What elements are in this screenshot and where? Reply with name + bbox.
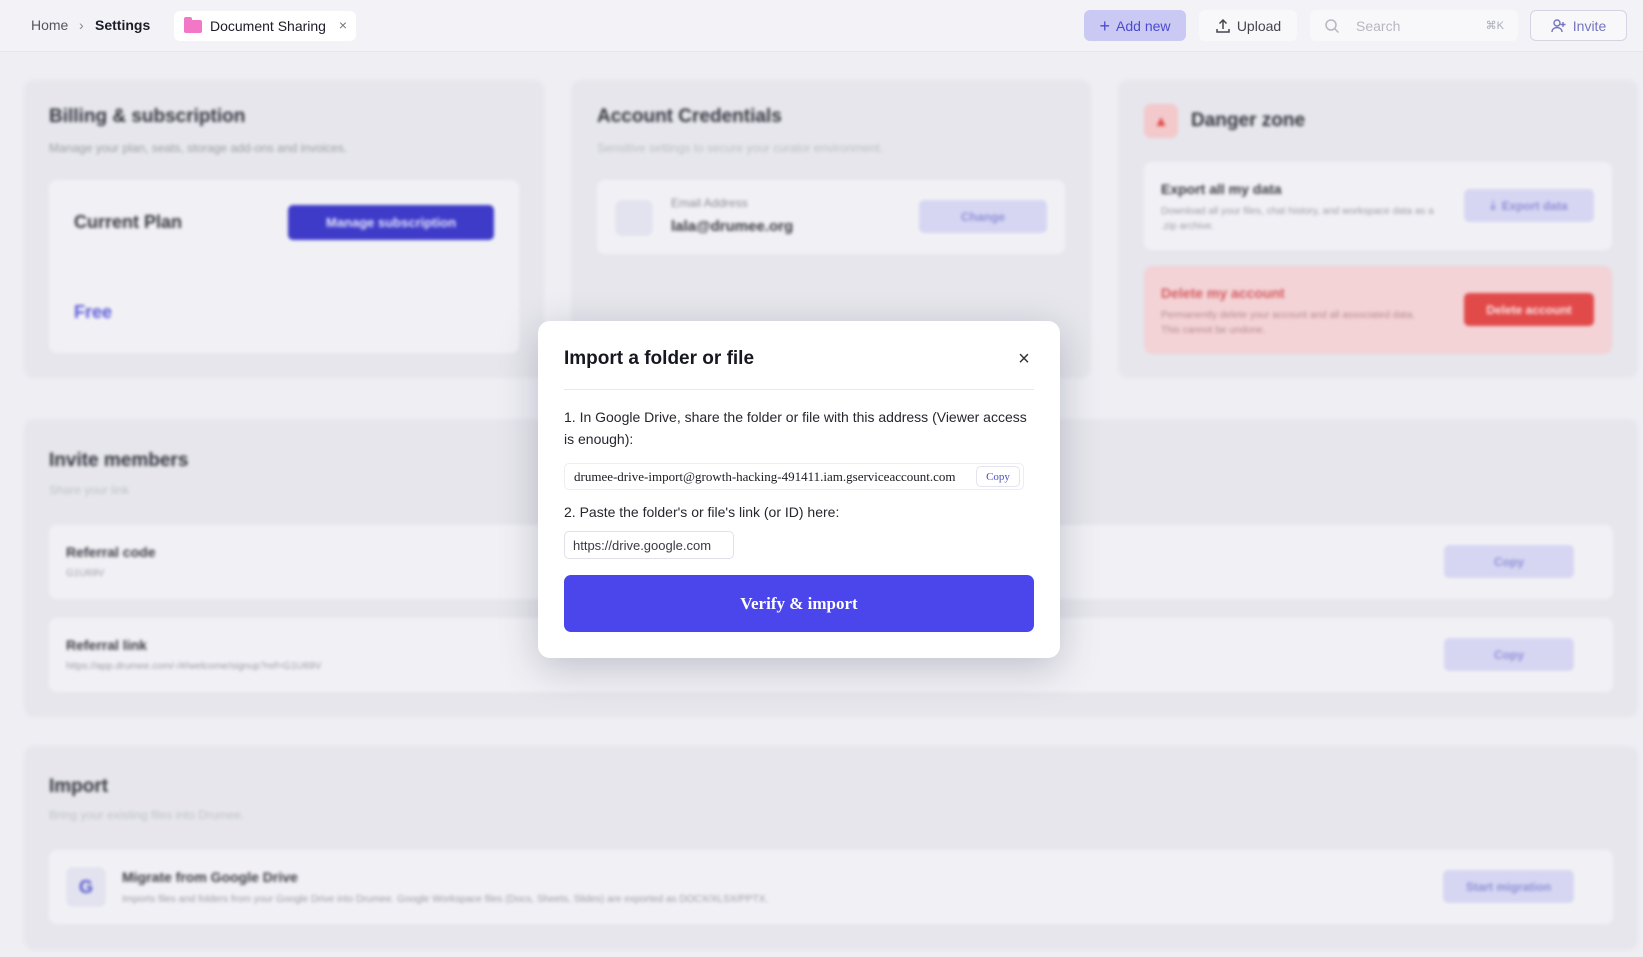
breadcrumb-settings[interactable]: Settings xyxy=(95,17,150,33)
close-icon[interactable]: × xyxy=(1014,348,1034,370)
upload-label: Upload xyxy=(1236,17,1282,34)
tab-close-icon[interactable]: × xyxy=(339,17,347,33)
breadcrumb-separator: › xyxy=(79,17,84,33)
credentials-title: Account Credentials xyxy=(597,106,782,127)
modal-divider xyxy=(564,389,1034,390)
import-modal: Import a folder or file × 1. In Google D… xyxy=(538,321,1060,658)
export-data-button[interactable]: ⤓ Export data xyxy=(1464,189,1594,222)
change-email-button[interactable]: Change xyxy=(919,200,1047,233)
billing-subtitle: Manage your plan, seats, storage add-ons… xyxy=(49,141,348,155)
billing-title: Billing & subscription xyxy=(49,106,246,127)
breadcrumb-home[interactable]: Home xyxy=(31,17,68,33)
migrate-title: Migrate from Google Drive xyxy=(122,869,298,885)
search-shortcut: ⌘K xyxy=(1485,20,1504,32)
upload-icon xyxy=(1216,18,1230,33)
billing-card: Billing & subscription Manage your plan,… xyxy=(24,80,544,378)
step1-instructions: 1. In Google Drive, share the folder or … xyxy=(564,409,1027,447)
export-description: Download all your files, chat history, a… xyxy=(1161,206,1434,232)
import-subtitle: Bring your existing files into Drumee. xyxy=(49,808,245,822)
current-plan-label: Current Plan xyxy=(74,212,183,232)
modal-title: Import a folder or file xyxy=(564,348,755,369)
upload-button[interactable]: Upload xyxy=(1199,10,1297,41)
plus-icon: + xyxy=(1099,15,1111,36)
copy-referral-code-button[interactable]: Copy xyxy=(1444,545,1574,578)
import-card: Import Bring your existing files into Dr… xyxy=(24,746,1638,950)
add-new-label: Add new xyxy=(1116,17,1171,34)
manage-subscription-button[interactable]: Manage subscription xyxy=(288,205,494,240)
export-title: Export all my data xyxy=(1161,181,1282,197)
warning-icon: ▲ xyxy=(1144,104,1178,138)
copy-referral-link-button[interactable]: Copy xyxy=(1444,638,1574,671)
service-address: drumee-drive-import@growth-hacking-49141… xyxy=(574,468,956,484)
search-placeholder: Search xyxy=(1356,17,1401,34)
delete-account-button[interactable]: Delete account xyxy=(1464,293,1594,326)
import-title: Import xyxy=(49,776,109,797)
download-icon: ⤓ xyxy=(1490,198,1496,212)
add-new-button[interactable]: + Add new xyxy=(1084,10,1186,41)
step2-instructions: 2. Paste the folder's or file's link (or… xyxy=(564,504,840,520)
migrate-description: Imports files and folders from your Goog… xyxy=(122,894,769,905)
delete-title: Delete my account xyxy=(1161,285,1285,301)
referral-code-value: G1U69V xyxy=(66,568,105,579)
google-drive-icon: G xyxy=(66,867,106,907)
danger-zone-card: ▲ Danger zone Export all my data Downloa… xyxy=(1118,80,1638,378)
export-data-panel: Export all my data Download all your fil… xyxy=(1144,162,1612,250)
invite-subtitle: Share your link xyxy=(49,483,130,497)
email-label: Email Address xyxy=(671,196,748,210)
delete-description: Permanently delete your account and all … xyxy=(1161,310,1416,336)
copy-address-button[interactable]: Copy xyxy=(976,466,1020,487)
invite-label: Invite xyxy=(1572,17,1607,34)
email-value: lala@drumee.org xyxy=(671,218,794,235)
service-address-field[interactable]: drumee-drive-import@growth-hacking-49141… xyxy=(564,463,1024,490)
add-user-icon xyxy=(1551,18,1566,32)
tab-label: Document Sharing xyxy=(210,18,326,34)
referral-code-label: Referral code xyxy=(66,544,156,560)
search-icon xyxy=(1325,18,1340,33)
invite-button[interactable]: Invite xyxy=(1530,10,1627,41)
email-panel: Email Address lala@drumee.org Change xyxy=(597,180,1065,254)
credentials-subtitle: Sensitive settings to secure your curato… xyxy=(597,141,884,155)
tab-document-sharing[interactable]: Document Sharing × xyxy=(174,11,356,41)
danger-title: Danger zone xyxy=(1191,110,1306,131)
current-plan-panel: Current Plan Manage subscription Free xyxy=(49,180,519,353)
folder-icon xyxy=(184,16,202,33)
top-bar: Home › Settings Document Sharing × + Add… xyxy=(0,0,1643,52)
delete-account-panel: Delete my account Permanently delete you… xyxy=(1144,266,1612,354)
referral-link-label: Referral link xyxy=(66,637,147,653)
email-icon xyxy=(615,200,653,236)
drive-link-input[interactable] xyxy=(564,531,734,559)
export-data-label: Export data xyxy=(1501,198,1568,213)
google-drive-migration-row: G Migrate from Google Drive Imports file… xyxy=(49,850,1613,924)
invite-title: Invite members xyxy=(49,450,189,471)
start-migration-button[interactable]: Start migration xyxy=(1443,870,1574,903)
search-input[interactable]: Search ⌘K xyxy=(1310,10,1518,41)
plan-name: Free xyxy=(74,302,113,322)
verify-import-button[interactable]: Verify & import xyxy=(564,575,1034,632)
referral-link-value: https://app.drumee.com/-/#/welcome/signu… xyxy=(66,661,322,672)
